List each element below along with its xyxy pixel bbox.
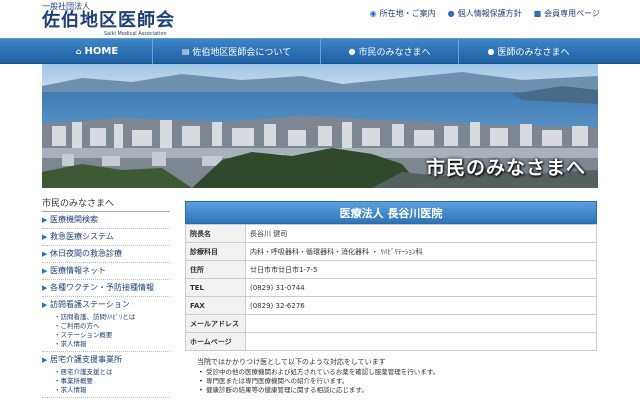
- people-icon: ●: [348, 47, 356, 56]
- top-link-privacy[interactable]: ● 個人情報保護方針: [448, 8, 522, 19]
- person-icon: ●: [447, 9, 455, 18]
- list-item: 専門医または専門医療機関への紹介を行います。: [199, 377, 597, 386]
- arrow-right-icon: ▶: [42, 356, 48, 364]
- clinic-info-table: 院長名 長谷川 健司 診療科目 内科・呼吸器科・循環器科・消化器科 ・ ﾘﾊﾋﾞﾘﾃ…: [185, 224, 597, 351]
- row-key: 診療科目: [185, 242, 246, 261]
- table-row: ホームページ: [185, 332, 597, 351]
- table-row: 住所 廿日市市廿日市1-7-5: [185, 260, 597, 279]
- arrow-right-icon: ▶: [42, 267, 48, 275]
- sidebar-item-info-net[interactable]: ▶ 医療情報ネット: [42, 263, 170, 280]
- sidebar-group-nursing: ▶ 訪問看護ステーション ・訪問看護、訪問ﾘﾊﾋﾞﾘとは ・ご利用の方へ ・ステー…: [42, 297, 170, 352]
- clinic-description: 当院ではかかりつけ医として以下のような対応をしています: [197, 358, 386, 366]
- sidebar-sub-nursing-overview[interactable]: ・ステーション概要: [42, 331, 170, 340]
- top-link-location[interactable]: ◉ 所在地・ご案内: [370, 8, 436, 19]
- site-header: 一般社団法人 佐伯地区医師会 Saiki Medical Association…: [0, 0, 640, 38]
- nav-home[interactable]: ⌂ HOME: [42, 39, 152, 64]
- sidebar-group-care: ▶ 居宅介護支援事業所 ・居宅介護支援とは ・事業所概要 ・求人情報: [42, 352, 170, 398]
- row-value[interactable]: [245, 314, 597, 333]
- org-name: 佐伯地区医師会: [42, 10, 175, 31]
- row-value: 廿日市市廿日市1-7-5: [245, 260, 597, 279]
- arrow-right-icon: ▶: [42, 233, 48, 241]
- main-content: 医療法人 長谷川医院 院長名 長谷川 健司 診療科目 内科・呼吸器科・循環器科・消化…: [185, 201, 597, 395]
- table-row: FAX (0829) 32-6276: [185, 296, 597, 315]
- arrow-right-icon: ▶: [42, 284, 48, 292]
- sidebar-sub-nursing-about[interactable]: ・訪問看護、訪問ﾘﾊﾋﾞﾘとは: [42, 313, 170, 322]
- row-key: 住所: [185, 260, 246, 279]
- row-value: (0829) 32-6276: [245, 296, 597, 315]
- sidebar-sub-care-jobs[interactable]: ・求人情報: [42, 386, 170, 395]
- row-key: FAX: [185, 296, 246, 315]
- table-row: メールアドレス: [185, 314, 597, 333]
- lock-icon: ■: [533, 9, 542, 18]
- row-value: 長谷川 健司: [245, 224, 597, 243]
- main-nav: ⌂ HOME ▤ 佐伯地区医師会について ● 市民のみなさまへ ● 医師のみなさまへ: [0, 38, 640, 64]
- sidebar-title: 市民のみなさまへ: [42, 196, 170, 212]
- nav-doctor[interactable]: ● 医師のみなさまへ: [458, 39, 598, 64]
- top-links: ◉ 所在地・ご案内 ● 個人情報保護方針 ■ 会員専用ページ: [370, 8, 600, 19]
- clinic-title: 医療法人 長谷川医院: [185, 201, 597, 224]
- building-icon: ▤: [181, 47, 190, 56]
- arrow-right-icon: ▶: [42, 216, 48, 224]
- hero-caption: 市民のみなさまへ: [425, 157, 586, 179]
- clinic-bullets: 受診中の他の医療機関および処方されているお薬を確認し服薬管理を行います。 専門医…: [185, 368, 597, 395]
- sidebar: 市民のみなさまへ ▶ 医療機関検索 ▶ 救急医療システム ▶ 休日夜間の救急診療 ▶ 医…: [42, 196, 170, 398]
- row-value[interactable]: [245, 332, 597, 351]
- arrow-right-icon: ▶: [42, 250, 48, 258]
- nav-about[interactable]: ▤ 佐伯地区医師会について: [152, 39, 320, 64]
- row-key: メールアドレス: [185, 314, 246, 333]
- sidebar-item-vaccine[interactable]: ▶ 各種ワクチン・予防接種情報: [42, 280, 170, 297]
- sidebar-sub-nursing-jobs[interactable]: ・求人情報: [42, 340, 170, 349]
- sidebar-item-search[interactable]: ▶ 医療機関検索: [42, 212, 170, 229]
- sidebar-sub-care-about[interactable]: ・居宅介護支援とは: [42, 368, 170, 377]
- list-item: 健康診断の結果等の健康管理に関する相談に応じます。: [199, 386, 597, 395]
- sidebar-sub-care-overview[interactable]: ・事業所概要: [42, 377, 170, 386]
- doctor-icon: ●: [487, 47, 495, 56]
- top-link-members[interactable]: ■ 会員専用ページ: [534, 8, 600, 19]
- site-logo[interactable]: 一般社団法人 佐伯地区医師会 Saiki Medical Association: [42, 2, 175, 37]
- row-key: 院長名: [185, 224, 246, 243]
- table-row: 診療科目 内科・呼吸器科・循環器科・消化器科 ・ ﾘﾊﾋﾞﾘﾃｰｼｮﾝ科: [185, 242, 597, 261]
- table-row: 院長名 長谷川 健司: [185, 224, 597, 243]
- row-key: ホームページ: [185, 332, 246, 351]
- sidebar-item-nursing-station[interactable]: ▶ 訪問看護ステーション: [42, 297, 170, 313]
- nav-citizen[interactable]: ● 市民のみなさまへ: [320, 39, 458, 64]
- home-icon: ⌂: [75, 47, 82, 56]
- map-pin-icon: ◉: [369, 9, 377, 18]
- list-item: 受診中の他の医療機関および処方されているお薬を確認し服薬管理を行います。: [199, 368, 597, 377]
- sidebar-sub-nursing-users[interactable]: ・ご利用の方へ: [42, 322, 170, 331]
- row-key: TEL: [185, 278, 246, 297]
- table-row: TEL (0829) 31-0744: [185, 278, 597, 297]
- arrow-right-icon: ▶: [42, 301, 48, 309]
- row-value: 内科・呼吸器科・循環器科・消化器科 ・ ﾘﾊﾋﾞﾘﾃｰｼｮﾝ科: [245, 242, 597, 261]
- row-value: (0829) 31-0744: [245, 278, 597, 297]
- sidebar-item-emergency-system[interactable]: ▶ 救急医療システム: [42, 229, 170, 246]
- sidebar-item-holiday-night[interactable]: ▶ 休日夜間の救急診療: [42, 246, 170, 263]
- org-name-en: Saiki Medical Association: [104, 31, 167, 37]
- hero-banner: 市民のみなさまへ: [42, 64, 598, 188]
- sidebar-item-care-support[interactable]: ▶ 居宅介護支援事業所: [42, 352, 170, 368]
